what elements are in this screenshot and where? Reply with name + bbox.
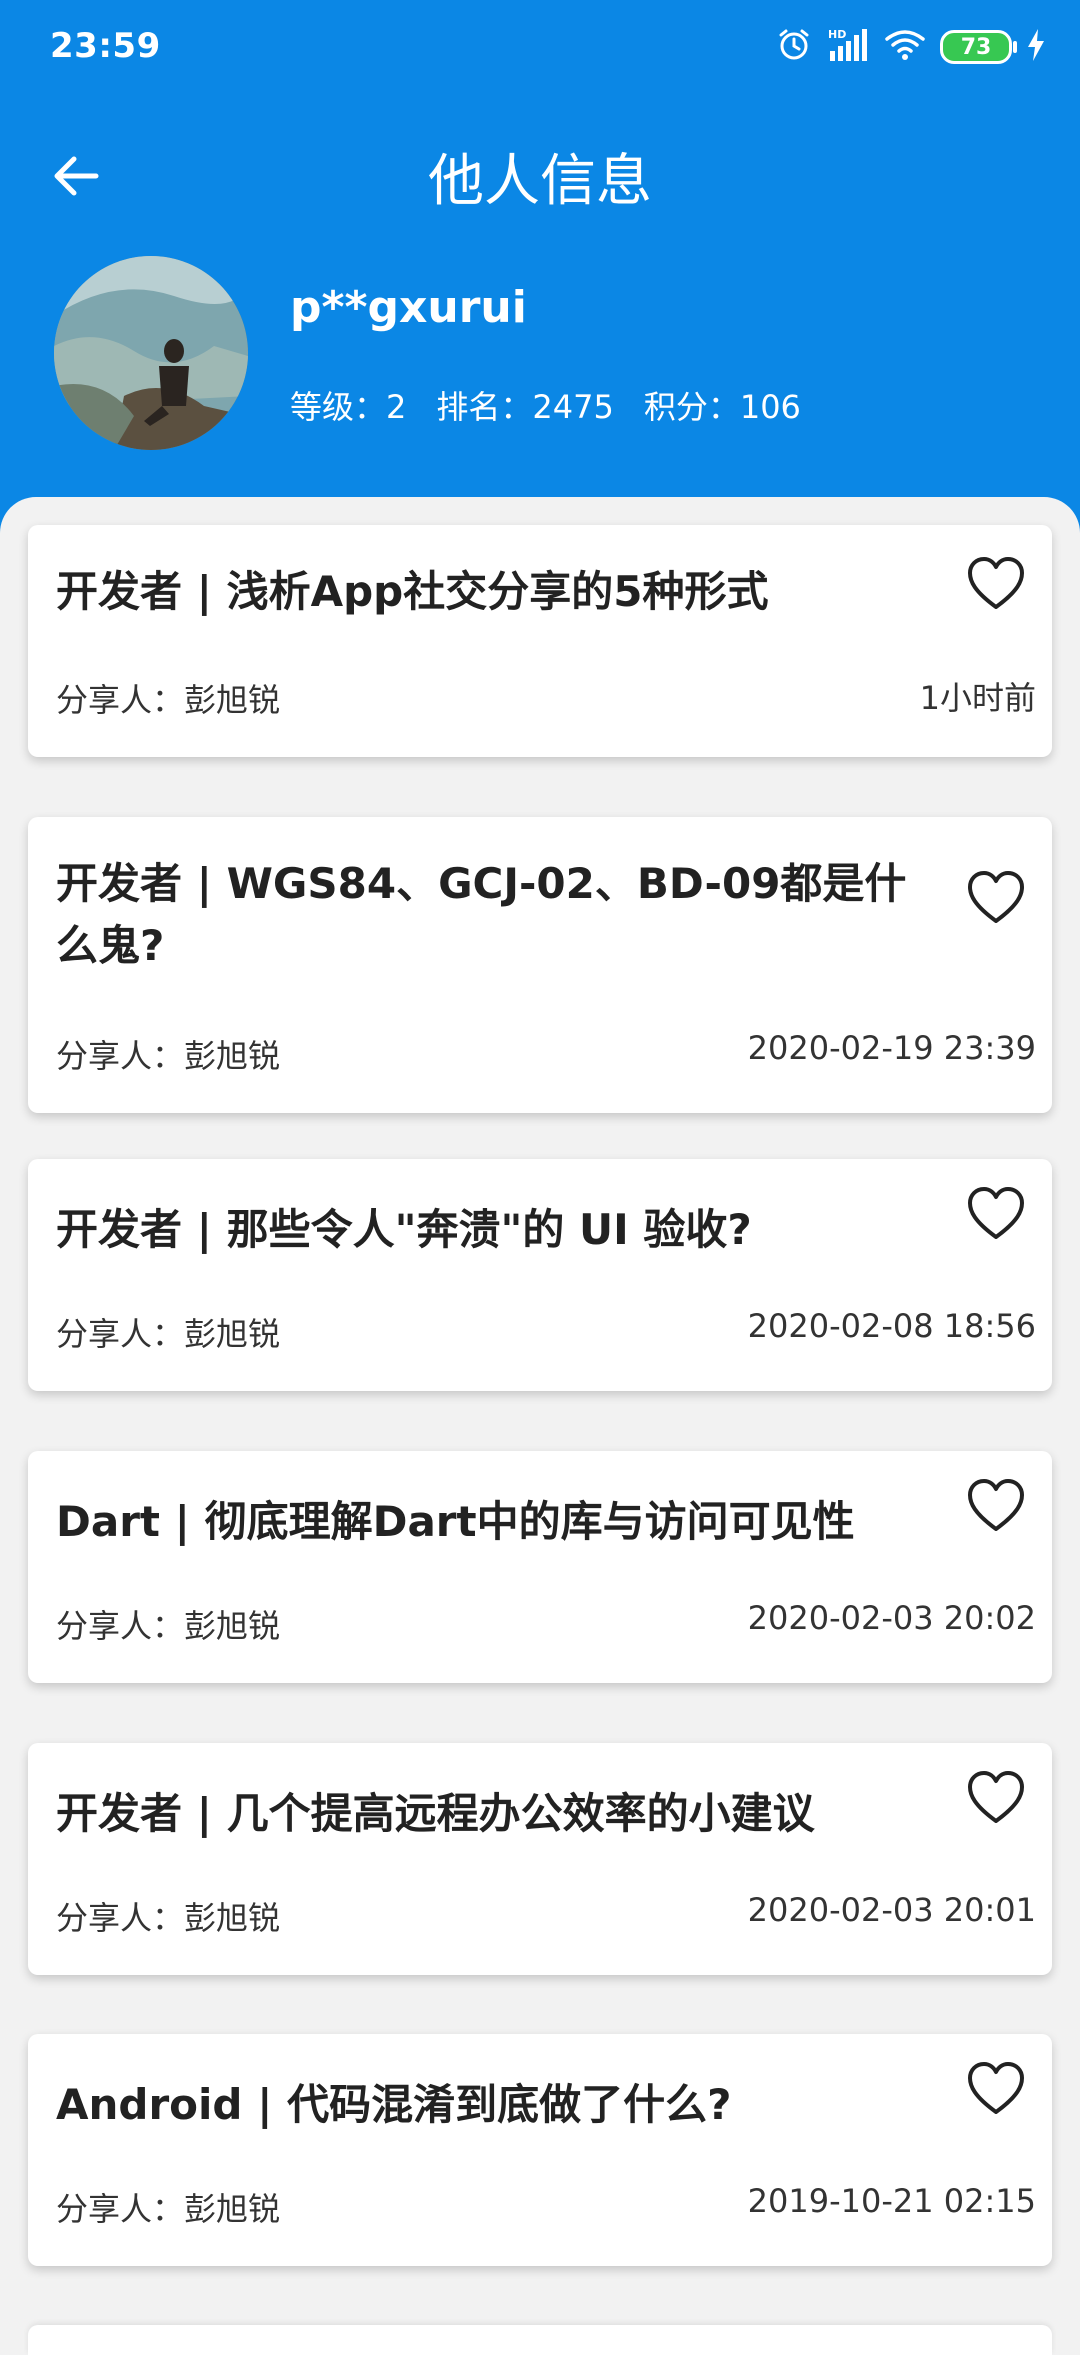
alarm-icon [776,27,812,67]
article-time: 2020-02-08 18:56 [747,1307,1036,1345]
article-sharer: 分享人：彭旭锐 [56,1607,281,1645]
article-sharer: 分享人：彭旭锐 [56,2190,281,2228]
article-card[interactable]: 开发者 | 几个提高远程办公效率的小建议 分享人：彭旭锐 2020-02-03 … [28,1743,1052,1975]
wifi-icon [884,27,926,67]
charging-icon [1026,28,1046,66]
article-sharer: 分享人：彭旭锐 [56,681,281,719]
heart-icon[interactable] [964,1767,1028,1831]
article-time: 1小时前 [919,679,1036,717]
points-label: 积分：106 [643,388,801,426]
article-title: Dart | 彻底理解Dart中的库与访问可见性 [56,1497,855,1546]
status-icons: HD 73 [776,26,1046,68]
username: p**gxurui [290,282,527,333]
article-list[interactable]: 开发者 | 浅析App社交分享的5种形式 分享人：彭旭锐 1小时前 开发者 | … [0,497,1080,2355]
article-title: Android | 代码混淆到底做了什么? [56,2080,732,2129]
article-sharer: 分享人：彭旭锐 [56,1315,281,1353]
header: 23:59 HD 73 他人信息 p**gxurui 等级：2 排名：2475 … [0,0,1080,560]
avatar-image [54,256,248,450]
avatar[interactable] [54,256,248,450]
heart-icon[interactable] [964,553,1028,617]
rank-label: 排名：2475 [436,388,614,426]
user-stats: 等级：2 排名：2475 积分：106 [290,382,801,428]
heart-icon[interactable] [964,1475,1028,1539]
article-sharer: 分享人：彭旭锐 [56,1899,281,1937]
svg-text:HD: HD [828,28,846,41]
page-title: 他人信息 [428,149,652,214]
article-time: 2019-10-21 02:15 [747,2182,1036,2220]
article-card[interactable]: 开发者 | 浅析App社交分享的5种形式 分享人：彭旭锐 1小时前 [28,525,1052,757]
article-time: 2020-02-03 20:02 [747,1599,1036,1637]
battery-icon: 73 [940,30,1017,64]
heart-icon[interactable] [964,1183,1028,1247]
level-label: 等级：2 [290,388,407,426]
status-time: 23:59 [50,26,161,66]
article-card[interactable]: 开发者 | WGS84、GCJ-02、BD-09都是什么鬼? 分享人：彭旭锐 2… [28,817,1052,1113]
article-title: 开发者 | WGS84、GCJ-02、BD-09都是什么鬼? [56,859,907,970]
heart-icon[interactable] [964,867,1028,931]
article-time: 2020-02-03 20:01 [747,1891,1036,1929]
profile-section: p**gxurui 等级：2 排名：2475 积分：106 [54,256,1034,456]
article-card[interactable]: 开发者 | 那些令人"奔溃"的 UI 验收? 分享人：彭旭锐 2020-02-0… [28,1159,1052,1391]
heart-icon[interactable] [964,2058,1028,2122]
article-title: 开发者 | 那些令人"奔溃"的 UI 验收? [56,1205,752,1254]
status-bar: 23:59 HD 73 [0,0,1080,96]
hd-signal-icon: HD [826,27,870,67]
nav-bar: 他人信息 [0,110,1080,240]
article-card[interactable]: Dart | 彻底理解Dart中的库与访问可见性 分享人：彭旭锐 2020-02… [28,1451,1052,1683]
article-card[interactable]: Android | 代码混淆到底做了什么? 分享人：彭旭锐 2019-10-21… [28,2034,1052,2266]
article-time: 2020-02-19 23:39 [747,1029,1036,1067]
article-title: 开发者 | 几个提高远程办公效率的小建议 [56,1789,815,1838]
article-sharer: 分享人：彭旭锐 [56,1037,281,1075]
next-article-card-peek [28,2325,1052,2355]
battery-level: 73 [960,34,992,60]
article-title: 开发者 | 浅析App社交分享的5种形式 [56,567,769,616]
